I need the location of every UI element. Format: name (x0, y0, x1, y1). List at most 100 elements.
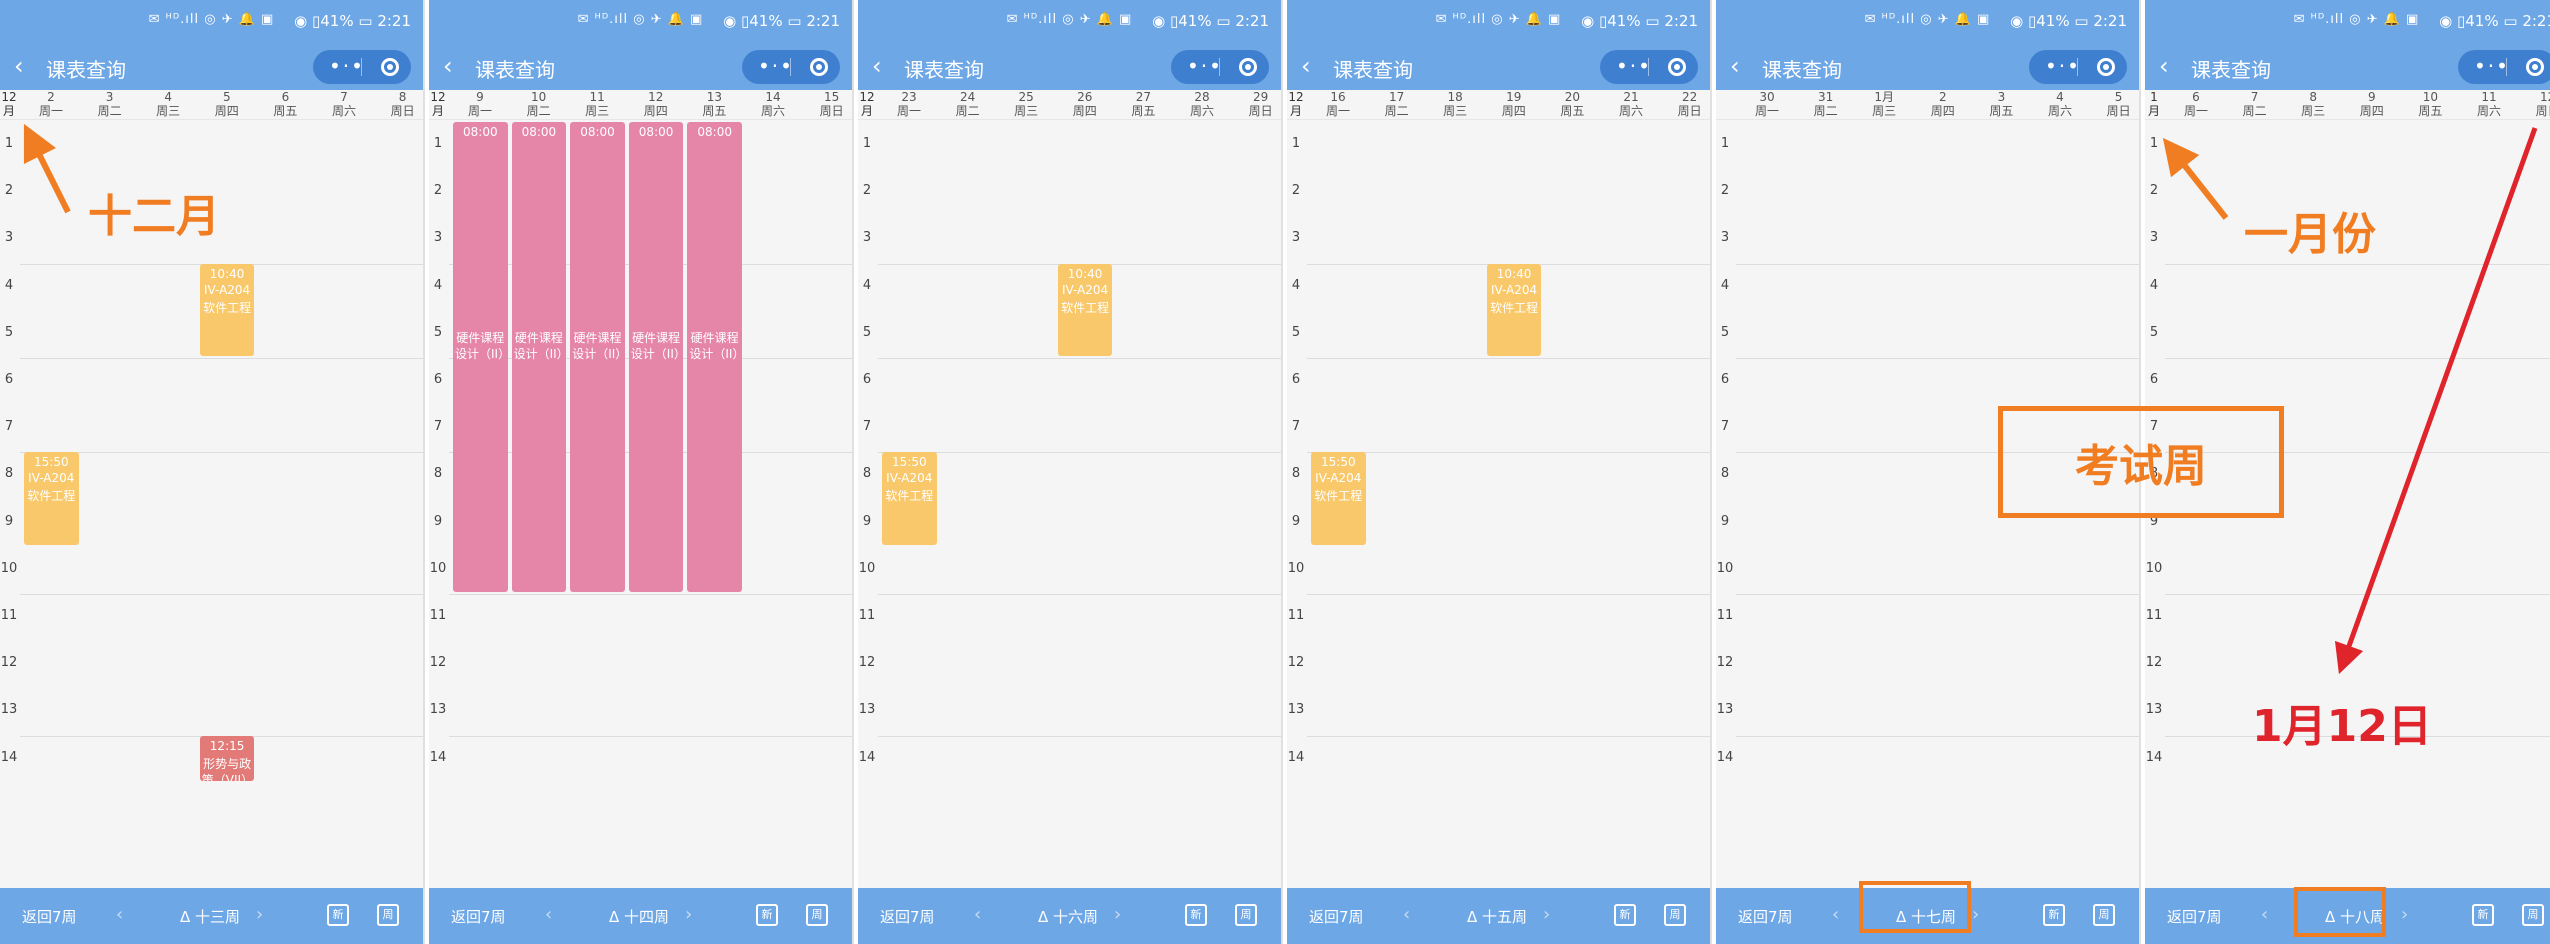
current-week-label[interactable]: Δ 十五周 (1437, 906, 1557, 927)
close-target-icon[interactable] (381, 58, 399, 76)
new-icon[interactable]: 新 (327, 904, 349, 926)
prev-week-icon[interactable]: ‹ (1403, 904, 1410, 925)
week-view-icon[interactable]: 周 (2522, 904, 2544, 926)
jan12-label: 1月12日 (2252, 701, 2432, 752)
capsule-divider (1219, 58, 1220, 76)
course-block[interactable]: 08:00 硬件课程设计（II） (511, 122, 567, 592)
course-block[interactable]: 15:50 IV-A204 软件工程 (24, 452, 79, 545)
day-column-header: 9 周四 (2343, 90, 2401, 120)
december-label: 十二月 (88, 191, 220, 242)
month-label: 1 月 (2147, 90, 2160, 118)
course-name: 硬件课程设计（II） (513, 331, 567, 361)
back-icon[interactable]: ‹ (872, 54, 882, 78)
next-week-icon[interactable]: › (1972, 904, 1979, 925)
more-menu-icon[interactable]: •·• (2045, 54, 2081, 78)
page-title: 课表查询 (46, 58, 126, 82)
day-number: 5 (222, 90, 231, 104)
more-menu-icon[interactable]: •·• (329, 54, 365, 78)
close-target-icon[interactable] (810, 58, 828, 76)
back-to-week-button[interactable]: 返回7周 (880, 906, 935, 927)
next-week-icon[interactable]: › (2401, 904, 2408, 925)
day-column-header: 13 周五 (685, 90, 743, 120)
next-week-icon[interactable]: › (685, 904, 692, 925)
weekday-name: 周五 (2418, 104, 2443, 118)
new-icon[interactable]: 新 (756, 904, 778, 926)
current-week-label[interactable]: Δ 十四周 (579, 906, 699, 927)
close-target-icon[interactable] (1668, 58, 1686, 76)
period-number: 9 (4, 513, 14, 529)
back-icon[interactable]: ‹ (1730, 54, 1740, 78)
day-number: 10 (2422, 90, 2439, 104)
back-to-week-button[interactable]: 返回7周 (1738, 906, 1793, 927)
day-number: 9 (2367, 90, 2376, 104)
new-icon[interactable]: 新 (2472, 904, 2494, 926)
prev-week-icon[interactable]: ‹ (974, 904, 981, 925)
more-menu-icon[interactable]: •·• (758, 54, 794, 78)
course-block[interactable]: 10:40 IV-A204 软件工程 (1486, 263, 1542, 356)
period-number: 14 (858, 749, 876, 765)
more-menu-icon[interactable]: •·• (2474, 54, 2510, 78)
close-target-icon[interactable] (2097, 58, 2115, 76)
course-time: 12:15 (209, 738, 245, 753)
period-number: 8 (862, 466, 872, 482)
new-icon[interactable]: 新 (1614, 904, 1636, 926)
day-number: 24 (959, 90, 976, 104)
course-block[interactable]: 10:40 IV-A204 软件工程 (199, 263, 255, 356)
day-number: 14 (765, 90, 781, 104)
day-column-header: 8 周日 (374, 90, 423, 120)
weekday-name: 周六 (331, 104, 356, 118)
weekday-name: 周三 (1014, 104, 1039, 118)
period-number: 13 (0, 702, 18, 718)
period-number: 12 (1287, 655, 1305, 671)
week-view-icon[interactable]: 周 (806, 904, 828, 926)
next-week-icon[interactable]: › (256, 904, 263, 925)
new-icon[interactable]: 新 (2043, 904, 2065, 926)
back-to-week-button[interactable]: 返回7周 (451, 906, 506, 927)
weekday-name: 周日 (819, 104, 844, 118)
course-block[interactable]: 12:15 形势与政策（VII） (199, 735, 255, 781)
period-number: 6 (2149, 372, 2159, 387)
new-icon[interactable]: 新 (1185, 904, 1207, 926)
day-column-header: 5 周日 (2090, 90, 2139, 120)
period-number: 8 (4, 466, 14, 482)
back-icon[interactable]: ‹ (14, 54, 24, 78)
close-target-icon[interactable] (1239, 58, 1257, 76)
more-menu-icon[interactable]: •·• (1187, 54, 1223, 78)
course-block[interactable]: 08:00 硬件课程设计（II） (453, 122, 508, 592)
week-view-icon[interactable]: 周 (1664, 904, 1686, 926)
back-to-week-button[interactable]: 返回7周 (1309, 906, 1364, 927)
current-week-label[interactable]: Δ 十三周 (150, 906, 270, 927)
back-icon[interactable]: ‹ (2159, 54, 2169, 78)
section-divider (1307, 452, 1710, 454)
course-block[interactable]: 08:00 硬件课程设计（II） (628, 122, 684, 592)
week-view-icon[interactable]: 周 (1235, 904, 1257, 926)
more-menu-icon[interactable]: •·• (1616, 54, 1652, 78)
miniprogram-capsule: •·• (1600, 50, 1698, 84)
back-to-week-button[interactable]: 返回7周 (22, 906, 77, 927)
status-bar: ✉ ᴴᴰ.ıll ◎ ✈ 🔔 ▣ ◉ ▯41% ▭ 2:21 (0, 0, 423, 44)
back-icon[interactable]: ‹ (1301, 54, 1311, 78)
week-view-icon[interactable]: 周 (377, 904, 399, 926)
back-icon[interactable]: ‹ (443, 54, 453, 78)
period-number: 13 (2145, 702, 2163, 718)
weekday-name: 周四 (2359, 104, 2384, 118)
prev-week-icon[interactable]: ‹ (2261, 904, 2268, 925)
next-week-icon[interactable]: › (1114, 904, 1121, 925)
prev-week-icon[interactable]: ‹ (545, 904, 552, 925)
course-block[interactable]: 08:00 硬件课程设计（II） (570, 122, 625, 592)
prev-week-icon[interactable]: ‹ (1832, 904, 1839, 925)
course-name: 软件工程 (885, 489, 934, 504)
current-week-label[interactable]: Δ 十六周 (1008, 906, 1128, 927)
course-block[interactable]: 08:00 硬件课程设计（II） (687, 122, 742, 592)
course-block[interactable]: 15:50 IV-A204 软件工程 (1311, 452, 1366, 545)
course-block[interactable]: 15:50 IV-A204 软件工程 (882, 452, 937, 545)
prev-week-icon[interactable]: ‹ (116, 904, 123, 925)
close-target-icon[interactable] (2526, 58, 2544, 76)
week-view-icon[interactable]: 周 (2093, 904, 2115, 926)
course-block[interactable]: 10:40 IV-A204 软件工程 (1057, 263, 1113, 356)
day-column-header: 24 周二 (939, 90, 997, 120)
next-week-icon[interactable]: › (1543, 904, 1550, 925)
back-to-week-button[interactable]: 返回7周 (2167, 906, 2222, 927)
section-divider (449, 594, 852, 595)
period-number: 11 (1287, 608, 1305, 623)
